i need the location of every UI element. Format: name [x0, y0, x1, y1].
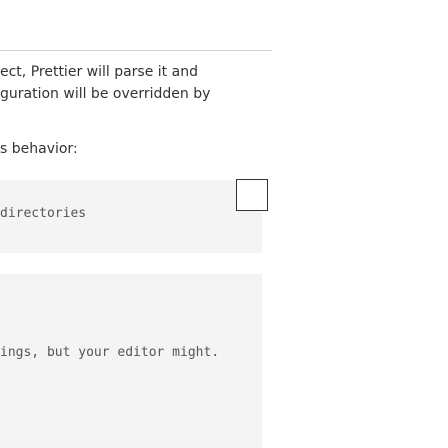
code-line: ings, but your editor might. [0, 345, 220, 360]
doc-paragraph: s behavior: [0, 139, 78, 159]
doc-paragraph-line: guration will be overridden by [0, 86, 211, 102]
code-line: directories [0, 206, 87, 221]
documentation-page: ect, Prettier will parse it and guration… [0, 0, 448, 448]
section-divider [0, 50, 272, 51]
doc-paragraph-line: ect, Prettier will parse it and [0, 64, 198, 80]
copy-code-checkbox[interactable] [236, 179, 268, 211]
doc-paragraph: ect, Prettier will parse it and guration… [0, 61, 210, 105]
doc-paragraph-line: s behavior: [0, 141, 78, 157]
